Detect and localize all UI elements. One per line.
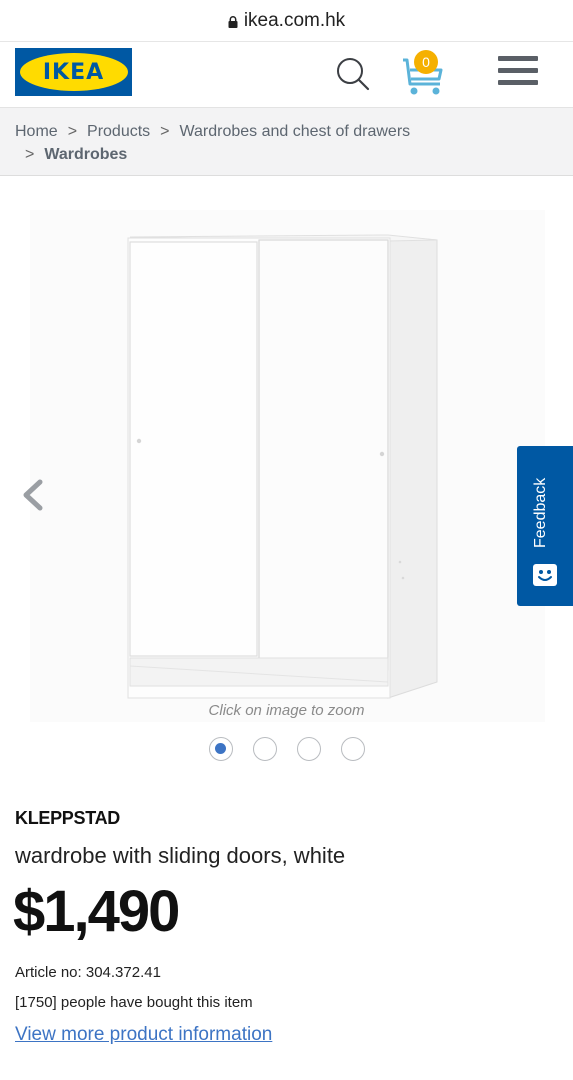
menu-line bbox=[498, 68, 538, 73]
url-text: ikea.com.hk bbox=[243, 9, 346, 31]
previous-image-arrow-icon[interactable] bbox=[18, 478, 48, 512]
wardrobe-image bbox=[127, 234, 438, 699]
breadcrumb-home[interactable]: Home bbox=[15, 123, 58, 140]
feedback-label: Feedback bbox=[532, 477, 549, 548]
breadcrumb-separator: > bbox=[67, 123, 78, 140]
smiley-icon bbox=[533, 564, 557, 586]
feedback-tab[interactable]: Feedback bbox=[517, 446, 573, 606]
logo-oval: IKEA bbox=[19, 53, 128, 91]
purchase-count: [1750] people have bought this item bbox=[15, 994, 253, 1011]
cart-button[interactable]: 0 bbox=[398, 48, 448, 98]
breadcrumb-separator: > bbox=[160, 123, 170, 140]
product-price: $1,490 bbox=[13, 879, 180, 944]
menu-line bbox=[498, 80, 538, 85]
cart-count-badge: 0 bbox=[414, 50, 438, 74]
breadcrumb-current: Wardrobes bbox=[44, 146, 128, 163]
menu-line bbox=[498, 56, 538, 61]
site-header: IKEA 0 bbox=[0, 42, 573, 108]
breadcrumb-row: > Wardrobes bbox=[15, 143, 558, 166]
lock-icon bbox=[228, 15, 238, 28]
hamburger-menu-icon[interactable] bbox=[498, 56, 538, 90]
breadcrumb-category[interactable]: Wardrobes and chest of drawers bbox=[180, 123, 411, 140]
image-carousel-dots bbox=[0, 737, 573, 761]
breadcrumb-separator: > bbox=[25, 146, 35, 163]
carousel-dot[interactable] bbox=[296, 737, 321, 761]
breadcrumb-products[interactable]: Products bbox=[87, 123, 150, 140]
product-name: KLEPPSTAD bbox=[15, 808, 120, 828]
logo-text: IKEA bbox=[42, 59, 105, 85]
article-number: Article no: 304.372.41 bbox=[15, 964, 161, 981]
carousel-dot[interactable] bbox=[252, 737, 277, 761]
product-description: wardrobe with sliding doors, white bbox=[15, 843, 346, 868]
view-more-info-link[interactable]: View more product information bbox=[15, 1024, 272, 1046]
ikea-logo[interactable]: IKEA bbox=[15, 48, 132, 96]
carousel-dot[interactable] bbox=[208, 737, 233, 761]
product-image[interactable] bbox=[30, 210, 545, 722]
breadcrumb-row: Home > Products > Wardrobes and chest of dra… bbox=[15, 120, 558, 143]
zoom-hint: Click on image to zoom bbox=[208, 702, 365, 719]
breadcrumb: Home > Products > Wardrobes and chest of dra… bbox=[0, 108, 573, 176]
search-icon[interactable] bbox=[333, 54, 373, 94]
address-bar[interactable]: ikea.com.hk bbox=[0, 0, 573, 42]
carousel-dot[interactable] bbox=[340, 737, 365, 761]
